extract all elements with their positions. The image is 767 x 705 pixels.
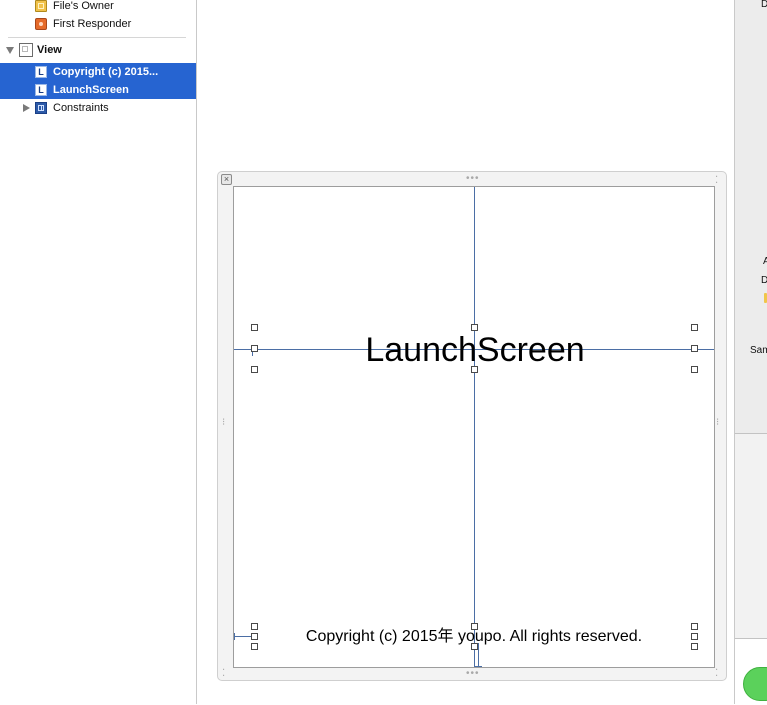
- outline-item-label: Constraints: [53, 102, 109, 114]
- left-resize-icon[interactable]: ⁝: [222, 418, 226, 428]
- corner-resize-icon[interactable]: ⁚: [715, 176, 719, 186]
- grip-icon[interactable]: •••: [466, 174, 480, 184]
- inspector-text: D: [761, 275, 767, 286]
- outline-item-label: First Responder: [53, 18, 132, 30]
- first-responder-icon: [35, 18, 47, 30]
- inspector-text: D: [761, 0, 767, 10]
- resize-handle[interactable]: [691, 345, 698, 352]
- label-icon: L: [35, 66, 47, 78]
- constraint-tick: [234, 633, 235, 640]
- corner-resize-icon[interactable]: ⁚: [222, 669, 226, 679]
- label-icon: L: [35, 84, 47, 96]
- resize-handle[interactable]: [691, 324, 698, 331]
- outline-item-label: File's Owner: [53, 0, 114, 12]
- inspector-text: Sam: [750, 345, 767, 356]
- resize-handle[interactable]: [251, 345, 258, 352]
- outline-item-label: View: [37, 44, 62, 56]
- view-icon: [19, 43, 33, 57]
- root-view[interactable]: LaunchScreen Copyright (c) 2015年 youpo. …: [233, 186, 715, 668]
- storyboard-canvas[interactable]: × ••• ⁚ ⁝ ⁝ ••• ⁚ ⁚ LaunchScreen Copyrig…: [197, 0, 734, 704]
- outline-item-copyright-label[interactable]: L Copyright (c) 2015...: [0, 63, 196, 81]
- resize-handle[interactable]: [691, 633, 698, 640]
- inspector-panel: D A D Sam: [734, 0, 767, 705]
- document-outline: File's Owner First Responder View L Copy…: [0, 0, 197, 704]
- view-controller-scene[interactable]: × ••• ⁚ ⁝ ⁝ ••• ⁚ ⁚ LaunchScreen Copyrig…: [217, 171, 727, 681]
- resize-handle[interactable]: [251, 366, 258, 373]
- resize-handle[interactable]: [251, 643, 258, 650]
- outline-item-files-owner[interactable]: File's Owner: [0, 0, 196, 15]
- constraint-tick: [474, 666, 482, 667]
- resize-handle[interactable]: [471, 366, 478, 373]
- center-x-guide: [474, 187, 475, 667]
- outline-item-label: Copyright (c) 2015...: [53, 66, 159, 78]
- launchscreen-title-label[interactable]: LaunchScreen: [355, 330, 595, 370]
- grip-icon[interactable]: •••: [466, 669, 480, 679]
- disclosure-expanded-icon[interactable]: [6, 47, 14, 54]
- inspector-lower-section: [735, 434, 767, 638]
- close-icon[interactable]: ×: [221, 174, 232, 185]
- resize-handle[interactable]: [691, 643, 698, 650]
- outline-separator: [8, 37, 186, 38]
- resize-handle[interactable]: [251, 633, 258, 640]
- resize-handle[interactable]: [251, 324, 258, 331]
- resize-handle[interactable]: [251, 623, 258, 630]
- outline-item-first-responder[interactable]: First Responder: [0, 15, 196, 33]
- disclosure-collapsed-icon[interactable]: [23, 104, 30, 112]
- resize-handle[interactable]: [691, 623, 698, 630]
- outline-item-view[interactable]: View: [0, 41, 196, 59]
- outline-item-launchscreen-label[interactable]: L LaunchScreen: [0, 81, 196, 99]
- corner-resize-icon[interactable]: ⁚: [715, 669, 719, 679]
- inspector-text: A: [763, 256, 767, 267]
- constraints-icon: [35, 102, 47, 114]
- resize-handle[interactable]: [471, 623, 478, 630]
- outline-item-label: LaunchScreen: [53, 84, 129, 96]
- cube-icon: [35, 0, 47, 12]
- outline-item-constraints[interactable]: Constraints: [0, 99, 196, 117]
- right-resize-icon[interactable]: ⁝: [716, 418, 720, 428]
- resize-handle[interactable]: [471, 324, 478, 331]
- resize-handle[interactable]: [471, 643, 478, 650]
- resize-handle[interactable]: [691, 366, 698, 373]
